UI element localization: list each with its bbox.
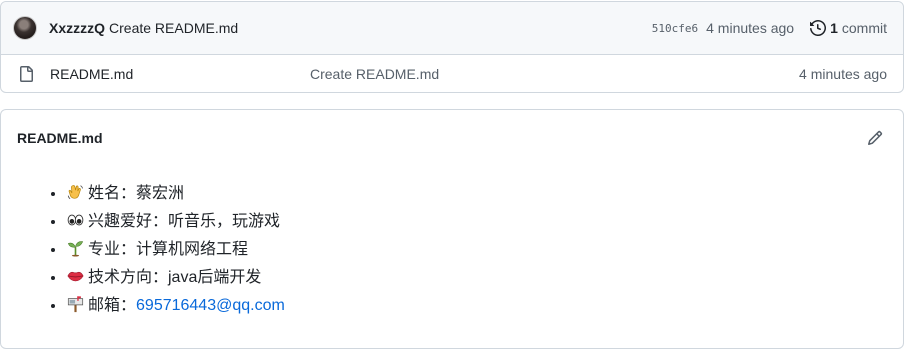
latest-commit-bar: XxzzzzQ Create README.md 510cfe6 4 minut…	[1, 2, 903, 55]
mailbox-icon	[67, 296, 84, 313]
list-item: 兴趣爱好：听音乐，玩游戏	[66, 208, 903, 236]
email-link[interactable]: 695716443@qq.com	[136, 297, 285, 314]
seedling-icon	[67, 241, 84, 257]
readme-title-link[interactable]: README.md	[17, 130, 103, 146]
waving-hand-icon	[67, 185, 83, 200]
commit-message-link[interactable]: Create README.md	[109, 20, 238, 36]
email-label: 邮箱：	[88, 297, 137, 314]
eyes-icon	[67, 214, 84, 226]
list-item: 技术方向：java后端开发	[66, 264, 903, 292]
file-commit-time: 4 minutes ago	[799, 66, 887, 82]
commit-history-link[interactable]: 1 commit	[810, 20, 887, 36]
list-item: 姓名：蔡宏洲	[66, 180, 903, 208]
list-item: 专业：计算机网络工程	[66, 236, 903, 264]
file-browser-box: XxzzzzQ Create README.md 510cfe6 4 minut…	[0, 1, 904, 93]
readme-header: README.md	[1, 110, 903, 166]
major-text: 专业：计算机网络工程	[88, 241, 249, 258]
history-icon	[810, 20, 827, 36]
commit-author-link[interactable]: XxzzzzQ	[49, 20, 105, 36]
pencil-icon	[867, 130, 883, 146]
file-icon	[20, 66, 33, 82]
edit-button[interactable]	[865, 128, 885, 148]
readme-content: 姓名：蔡宏洲 兴趣爱好：听音乐，玩游戏 专业：计算机网络工程	[1, 166, 903, 320]
hobbies-text: 兴趣爱好：听音乐，玩游戏	[88, 213, 281, 230]
tech-direction-text: 技术方向：java后端开发	[88, 269, 262, 286]
file-row[interactable]: README.md Create README.md 4 minutes ago	[1, 55, 903, 93]
list-item: 邮箱：695716443@qq.com	[66, 292, 903, 320]
commit-count-label: commit	[841, 20, 887, 36]
commit-sha-link[interactable]: 510cfe6	[652, 22, 698, 35]
avatar[interactable]	[13, 16, 37, 40]
file-commit-message-link[interactable]: Create README.md	[310, 66, 439, 82]
commit-count: 1	[830, 20, 838, 36]
readme-box: README.md 姓名：蔡宏洲 兴	[0, 109, 904, 349]
readme-list: 姓名：蔡宏洲 兴趣爱好：听音乐，玩游戏 专业：计算机网络工程	[49, 180, 903, 320]
file-name-link[interactable]: README.md	[50, 66, 310, 82]
commit-time: 4 minutes ago	[706, 20, 795, 36]
lips-icon	[67, 271, 84, 282]
name-text: 姓名：蔡宏洲	[88, 185, 185, 202]
